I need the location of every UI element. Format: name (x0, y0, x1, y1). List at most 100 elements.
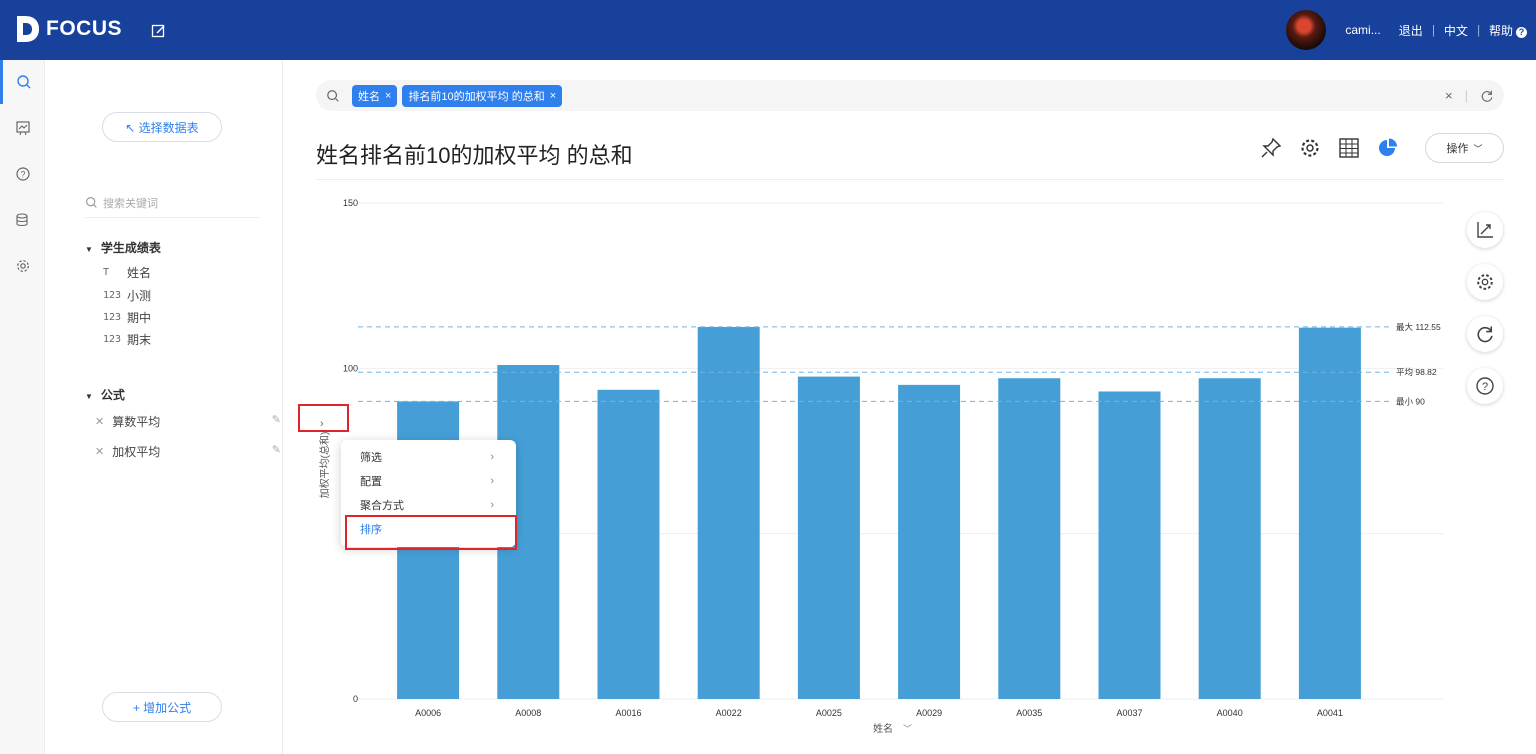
user-area: cami... 退出 | 中文 | 帮助? (1286, 0, 1536, 60)
remove-icon[interactable]: ✕ (95, 445, 104, 458)
svg-text:?: ? (1482, 381, 1488, 393)
chevron-right-icon: › (490, 451, 494, 463)
search-icon (17, 75, 31, 89)
rail-pinboard[interactable] (0, 106, 45, 150)
close-icon[interactable]: × (385, 90, 391, 102)
top-navbar: FOCUS cami... 退出 | 中文 | 帮助? (0, 0, 1536, 60)
add-formula-button[interactable]: + 增加公式 (102, 692, 222, 722)
token-label: 姓名 (358, 90, 380, 103)
search-token[interactable]: 排名前10的加权平均 的总和 × (402, 84, 563, 107)
axis-switch-button[interactable] (1467, 212, 1503, 248)
chart-toolbar (1260, 137, 1399, 159)
refresh-icon (1477, 326, 1493, 343)
table-icon[interactable] (1338, 137, 1360, 159)
y-tick-label: 0 (353, 694, 358, 704)
table-group-title[interactable]: ▼ 学生成绩表 (85, 239, 161, 256)
x-tick-label: A0025 (816, 708, 842, 718)
bar (998, 378, 1061, 699)
chevron-down-icon: ﹀ (903, 724, 912, 734)
y-tick-label: 150 (343, 198, 358, 208)
formula-group-title[interactable]: ▼ 公式 (85, 386, 125, 403)
page-title: 姓名排名前10的加权平均 的总和 (316, 143, 633, 168)
number-type-icon: 123 (103, 290, 122, 301)
language-switch[interactable]: 中文 (1435, 22, 1477, 39)
field-label: 期末 (127, 333, 152, 347)
clear-search-icon[interactable]: × (1445, 88, 1453, 103)
menu-item-label: 筛选 (360, 452, 382, 464)
user-name[interactable]: cami... (1336, 23, 1389, 37)
edit-icon[interactable]: ✎ (272, 443, 281, 456)
operate-dropdown[interactable]: 操作 ﹀ (1425, 133, 1504, 163)
x-tick-label: A0016 (615, 708, 641, 718)
formula-label: 算数平均 (112, 415, 161, 429)
help-link[interactable]: 帮助? (1480, 22, 1536, 39)
x-axis-label: 姓名 (873, 722, 893, 735)
bar (697, 327, 760, 699)
formula-item[interactable]: ✕ 算数平均 ✎ (95, 413, 281, 430)
y-axis-label: 加权平均(总和) (318, 432, 331, 499)
search-bar[interactable]: 姓名 × 排名前10的加权平均 的总和 × × | (316, 80, 1504, 111)
reference-label: 平均 98.82 (1396, 367, 1437, 377)
divider (316, 179, 1504, 180)
expand-icon: ▼ (85, 392, 93, 401)
pinboard-icon (15, 121, 30, 136)
bar (797, 376, 860, 699)
menu-item-label: 配置 (360, 476, 382, 488)
app-logo[interactable]: FOCUS (14, 14, 122, 44)
reload-button[interactable] (1467, 316, 1503, 352)
remove-icon[interactable]: ✕ (95, 415, 104, 428)
rail-search[interactable] (0, 60, 45, 104)
text-type-icon: T (103, 267, 110, 278)
pin-icon[interactable] (1260, 137, 1282, 159)
menu-item-aggregation[interactable]: 聚合方式 › (341, 493, 516, 517)
field-item[interactable]: 123 小测 (103, 287, 151, 304)
logo-text: FOCUS (46, 17, 122, 40)
edit-icon[interactable] (151, 23, 167, 39)
x-tick-label: A0008 (515, 708, 541, 718)
logout-link[interactable]: 退出 (1390, 22, 1432, 39)
refresh-icon[interactable] (1480, 89, 1494, 103)
search-token[interactable]: 姓名 × (352, 84, 398, 107)
field-item[interactable]: 123 期末 (103, 331, 151, 348)
question-icon: ? (15, 167, 30, 181)
gear-icon[interactable] (1299, 137, 1321, 159)
menu-item-config[interactable]: 配置 › (341, 469, 516, 493)
chart-settings-button[interactable] (1467, 264, 1503, 300)
keyword-search[interactable]: 搜索关键词 (85, 188, 260, 218)
divider: | (1464, 88, 1468, 103)
search-placeholder: 搜索关键词 (103, 197, 158, 210)
highlight-box (298, 404, 349, 432)
x-tick-label: A0040 (1217, 708, 1243, 718)
formula-item[interactable]: ✕ 加权平均 ✎ (95, 443, 281, 460)
bar (597, 389, 660, 699)
avatar[interactable] (1286, 10, 1327, 50)
help-label: 帮助 (1488, 23, 1513, 38)
x-tick-label: A0029 (916, 708, 942, 718)
chart-help-button[interactable]: ? (1467, 368, 1503, 404)
chevron-right-icon: › (490, 475, 494, 487)
rail-settings[interactable] (0, 244, 45, 288)
field-item[interactable]: T 姓名 (103, 264, 151, 281)
expand-icon: ▼ (85, 245, 93, 254)
rail-help[interactable]: ? (0, 152, 45, 196)
left-rail: ? (0, 60, 45, 754)
gear-icon (16, 260, 29, 272)
select-table-button[interactable]: ↖ 选择数据表 (102, 112, 222, 142)
rail-data[interactable] (0, 198, 45, 242)
pie-chart-icon[interactable] (1377, 137, 1399, 159)
x-tick-label: A0022 (716, 708, 742, 718)
menu-item-filter[interactable]: 筛选 › (341, 445, 516, 469)
axis-icon (1477, 222, 1493, 238)
search-icon (86, 197, 97, 208)
edit-icon[interactable]: ✎ (272, 413, 281, 426)
question-icon: ? (1476, 377, 1494, 395)
field-item[interactable]: 123 期中 (103, 309, 151, 326)
highlight-box (345, 515, 517, 550)
menu-item-label: 聚合方式 (360, 500, 404, 512)
number-type-icon: 123 (103, 334, 122, 345)
table-name: 学生成绩表 (100, 241, 161, 255)
chevron-down-icon: ﹀ (1473, 143, 1483, 154)
close-icon[interactable]: × (550, 90, 556, 102)
gear-icon (1477, 274, 1493, 290)
field-label: 姓名 (127, 266, 152, 280)
